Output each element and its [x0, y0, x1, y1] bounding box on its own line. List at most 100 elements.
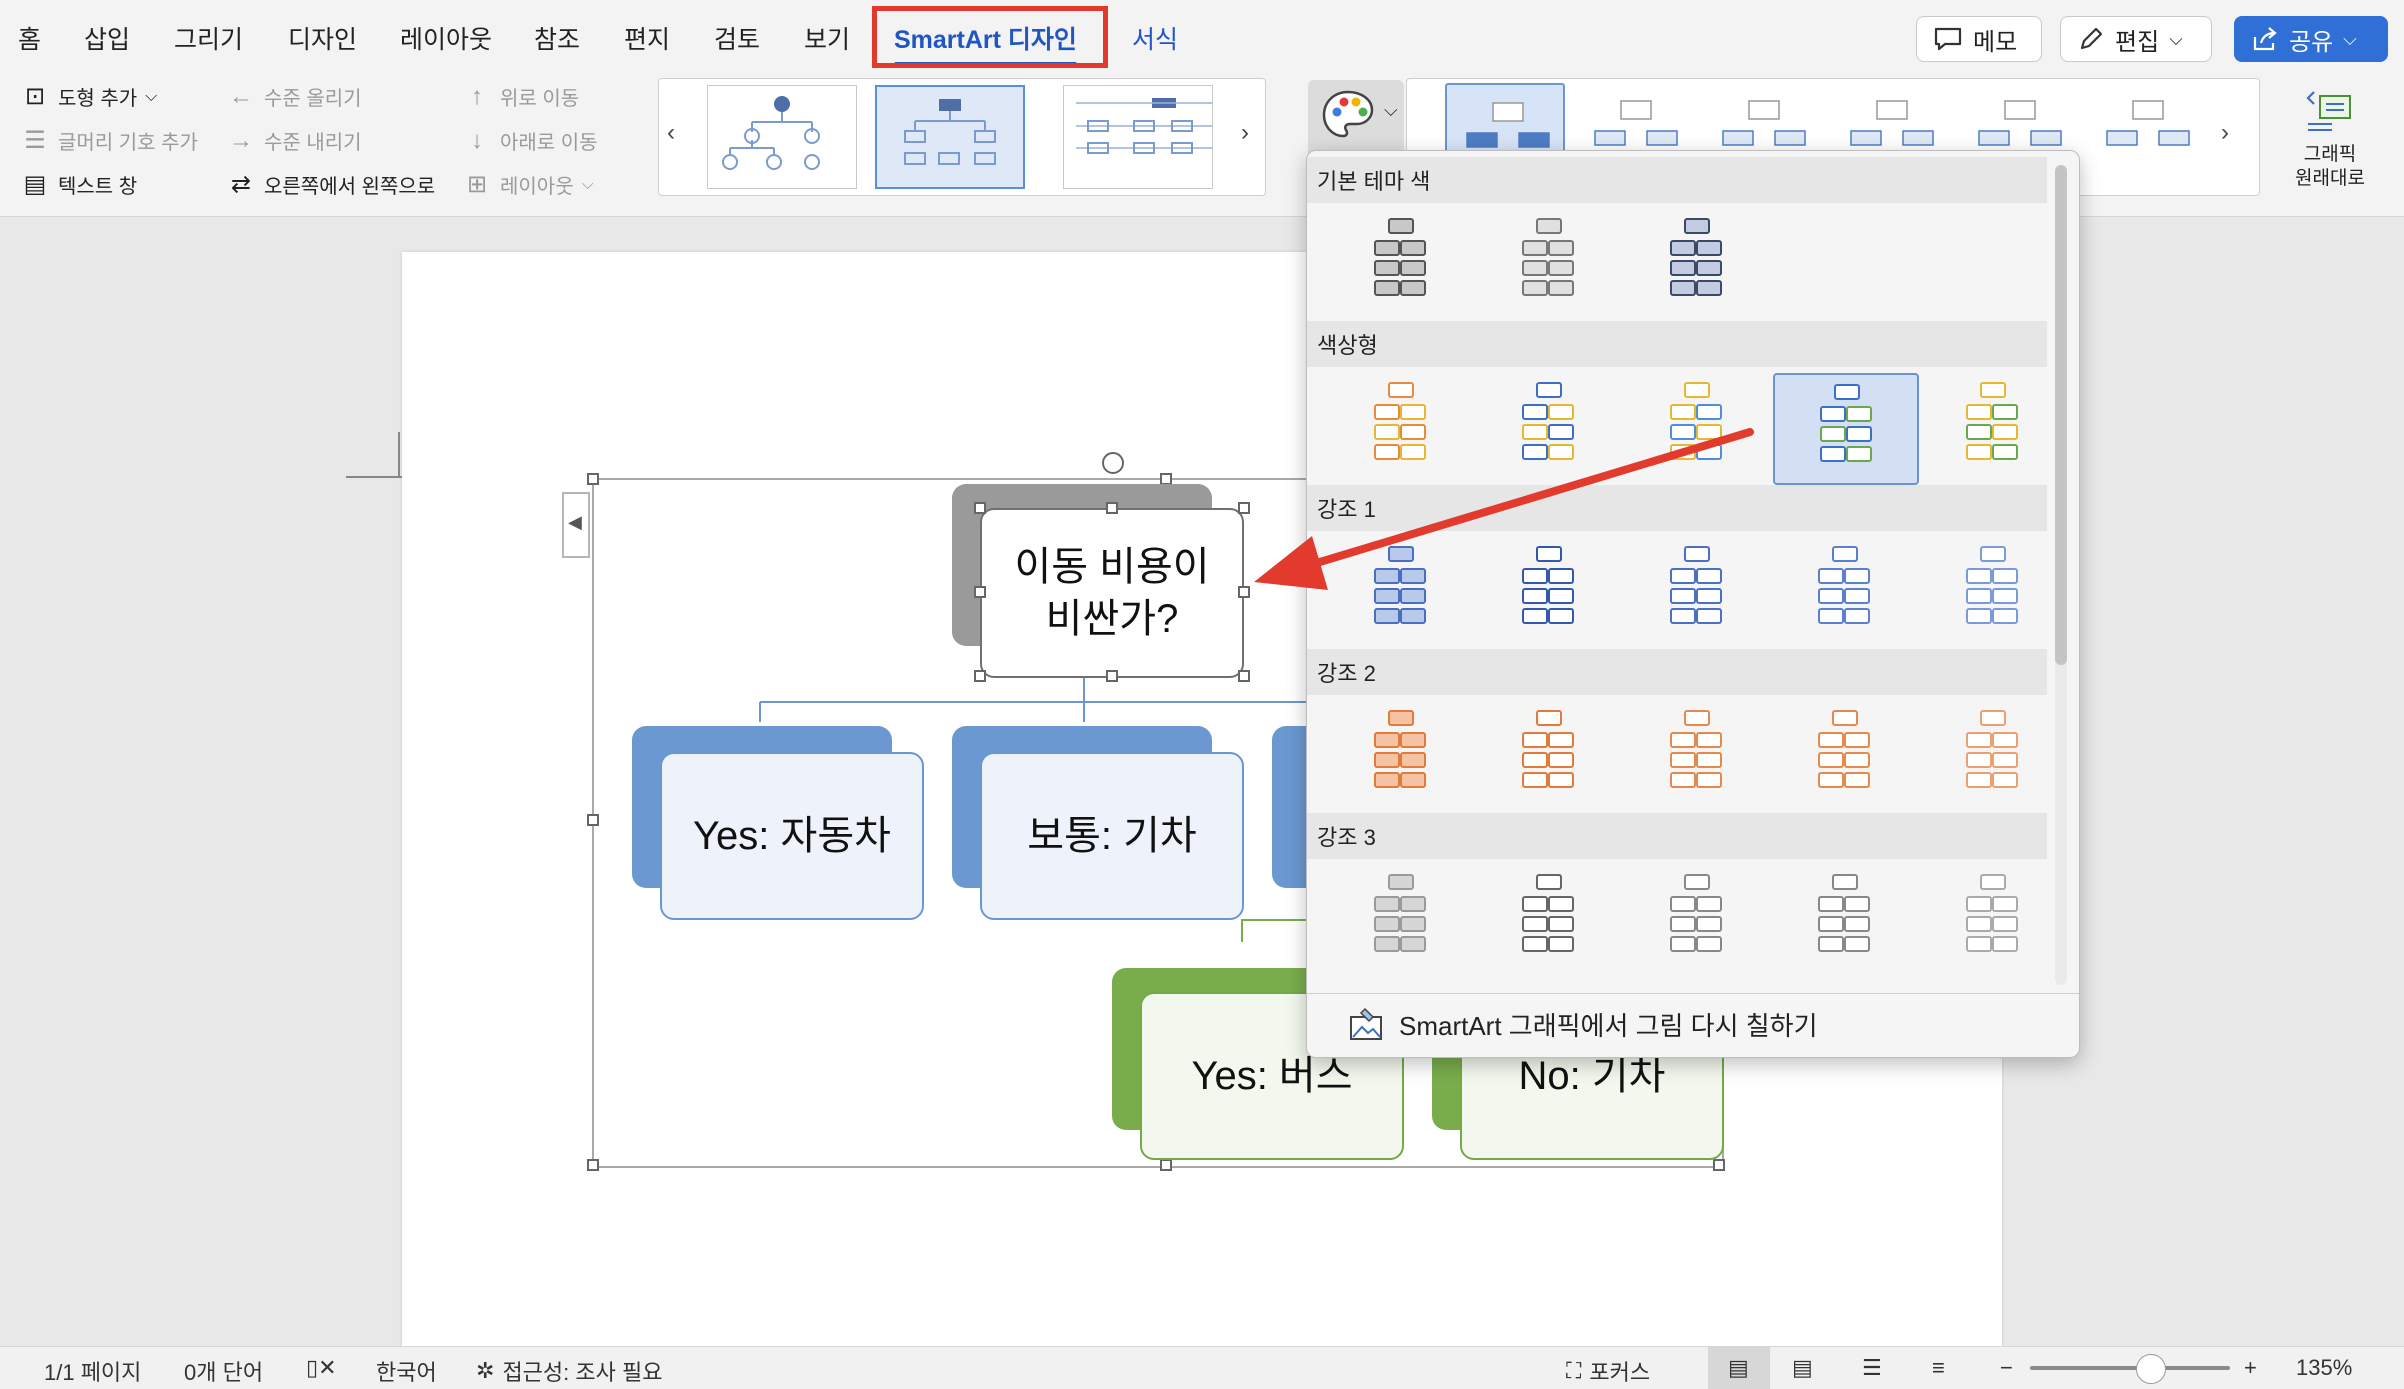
layout-option-org-chart[interactable]	[875, 85, 1025, 189]
focus-button[interactable]: ⛶ 포커스	[1566, 1355, 1650, 1387]
color-option-4-2[interactable]	[1625, 865, 1771, 977]
color-option-0-2[interactable]	[1625, 209, 1771, 321]
tab-format[interactable]: 서식	[1132, 20, 1178, 56]
move-down-button[interactable]: ↓ 아래로 이동	[462, 126, 598, 155]
layout-button[interactable]: ⊞ 레이아웃 ⌵	[462, 170, 594, 199]
accessibility-status[interactable]: ✲ 접근성: 조사 필요	[476, 1355, 662, 1387]
tab-mailings[interactable]: 편지	[624, 20, 670, 56]
root-node[interactable]: 이동 비용이 비싼가?	[980, 508, 1244, 678]
move-up-label: 위로 이동	[500, 88, 580, 110]
tab-review[interactable]: 검토	[714, 20, 760, 56]
child-node-normal-train[interactable]: 보통: 기차	[980, 752, 1244, 920]
tab-draw[interactable]: 그리기	[174, 20, 243, 56]
color-option-4-1[interactable]	[1477, 865, 1623, 977]
color-option-3-1[interactable]	[1477, 701, 1623, 813]
tab-design[interactable]: 디자인	[288, 20, 357, 56]
dropdown-scrollbar[interactable]	[2055, 165, 2067, 985]
right-to-left-label: 오른쪽에서 왼쪽으로	[264, 176, 436, 198]
color-option-2-3[interactable]	[1773, 537, 1919, 649]
hierarchy-thumbnail-icon	[1818, 710, 1870, 788]
reset-graphic-button[interactable]: 그래픽 원래대로	[2270, 82, 2390, 202]
layout-option-hierarchy[interactable]	[707, 85, 857, 189]
section-title-primary-theme: 기본 테마 색	[1307, 157, 2047, 203]
right-to-left-button[interactable]: ⇄ 오른쪽에서 왼쪽으로	[226, 170, 435, 199]
color-option-3-0[interactable]	[1329, 701, 1475, 813]
share-button[interactable]: 공유 ⌵	[2234, 16, 2388, 62]
hierarchy-thumbnail-icon	[1522, 874, 1574, 952]
print-layout-view-button[interactable]: ▤	[1708, 1347, 1770, 1389]
crop-mark	[398, 432, 400, 478]
draft-view-icon[interactable]: ≡	[1932, 1355, 1945, 1381]
section-title-accent-3: 강조 3	[1307, 813, 2047, 859]
color-option-4-0[interactable]	[1329, 865, 1475, 977]
move-up-button[interactable]: ↑ 위로 이동	[462, 82, 579, 111]
comment-button[interactable]: 메모	[1916, 16, 2042, 62]
color-option-4-4[interactable]	[1921, 865, 2067, 977]
resize-handle[interactable]	[974, 670, 986, 682]
recolor-pictures-item[interactable]: SmartArt 그래픽에서 그림 다시 칠하기	[1307, 993, 2079, 1055]
add-bullet-button[interactable]: ☰ 글머리 기호 추가	[20, 126, 198, 155]
edit-label: 편집	[2115, 28, 2160, 56]
add-shape-button[interactable]: ⊡ 도형 추가 ⌵	[20, 82, 157, 111]
color-option-0-0[interactable]	[1329, 209, 1475, 321]
color-option-0-1[interactable]	[1477, 209, 1623, 321]
promote-button[interactable]: ← 수준 올리기	[226, 82, 362, 111]
resize-handle[interactable]	[1238, 670, 1250, 682]
child-node-yes-car[interactable]: Yes: 자동차	[660, 752, 924, 920]
color-option-3-2[interactable]	[1625, 701, 1771, 813]
arrow-down-icon: ↓	[471, 126, 483, 154]
rotate-handle-icon[interactable]	[1102, 452, 1124, 474]
tab-insert[interactable]: 삽입	[84, 20, 130, 56]
zoom-slider[interactable]	[2030, 1354, 2230, 1384]
add-shape-label: 도형 추가	[58, 88, 138, 110]
annotation-arrow	[1254, 428, 1754, 590]
add-shape-icon: ⊡	[24, 83, 46, 110]
tab-view[interactable]: 보기	[804, 20, 850, 56]
web-layout-icon[interactable]: ▤	[1792, 1355, 1813, 1381]
outline-view-icon[interactable]: ☰	[1862, 1355, 1882, 1381]
hierarchy-thumbnail-icon	[1966, 710, 2018, 788]
color-option-2-4[interactable]	[1921, 537, 2067, 649]
promote-label: 수준 올리기	[264, 88, 362, 110]
color-option-1-4[interactable]	[1921, 373, 2067, 485]
root-node-text: 이동 비용이 비싼가?	[1014, 545, 1210, 641]
color-option-3-3[interactable]	[1773, 701, 1919, 813]
resize-handle[interactable]	[1106, 670, 1118, 682]
tab-home[interactable]: 홈	[18, 20, 41, 56]
gallery-next-icon[interactable]: ›	[2221, 119, 2229, 147]
demote-button[interactable]: → 수준 내리기	[226, 126, 362, 155]
hierarchy-thumbnail-icon	[1818, 546, 1870, 624]
style-option-6[interactable]	[2087, 83, 2207, 179]
crop-mark	[346, 476, 402, 478]
color-option-4-3[interactable]	[1773, 865, 1919, 977]
tab-references[interactable]: 참조	[534, 20, 580, 56]
layout-option-horizontal-hierarchy[interactable]	[1063, 85, 1216, 189]
word-count[interactable]: 0개 단어	[184, 1355, 263, 1387]
color-option-3-4[interactable]	[1921, 701, 2067, 813]
zoom-slider-thumb[interactable]	[2136, 1354, 2166, 1384]
language-indicator[interactable]: 한국어	[376, 1355, 437, 1387]
proofing-icon[interactable]: ▯✕	[306, 1355, 337, 1381]
hierarchy-thumbnail-icon	[1820, 384, 1872, 462]
tab-layout[interactable]: 레이아웃	[400, 20, 492, 56]
zoom-level[interactable]: 135%	[2296, 1355, 2352, 1381]
gallery-next-icon[interactable]: ›	[1241, 119, 1249, 147]
zoom-out-icon[interactable]: −	[2000, 1355, 2013, 1381]
resize-handle[interactable]	[1106, 502, 1118, 514]
edit-button[interactable]: 편집 ⌵	[2060, 16, 2212, 62]
text-pane-button[interactable]: ▤ 텍스트 창	[20, 170, 138, 199]
page-count[interactable]: 1/1 페이지	[44, 1355, 141, 1387]
recolor-picture-icon	[1350, 1007, 1382, 1040]
zoom-in-icon[interactable]: +	[2244, 1355, 2257, 1381]
focus-icon: ⛶	[1566, 1358, 1582, 1383]
gallery-prev-icon[interactable]: ‹	[667, 119, 675, 147]
color-option-1-3[interactable]	[1773, 373, 1919, 485]
demote-label: 수준 내리기	[264, 132, 362, 154]
section-title-colorful: 색상형	[1307, 321, 2047, 367]
dropdown-scroll-thumb[interactable]	[2055, 165, 2067, 665]
hierarchy-thumbnail-icon	[1818, 874, 1870, 952]
hierarchy-thumbnail-icon	[1522, 710, 1574, 788]
resize-handle[interactable]	[974, 586, 986, 598]
resize-handle[interactable]	[974, 502, 986, 514]
tab-highlight-box	[872, 6, 1108, 68]
